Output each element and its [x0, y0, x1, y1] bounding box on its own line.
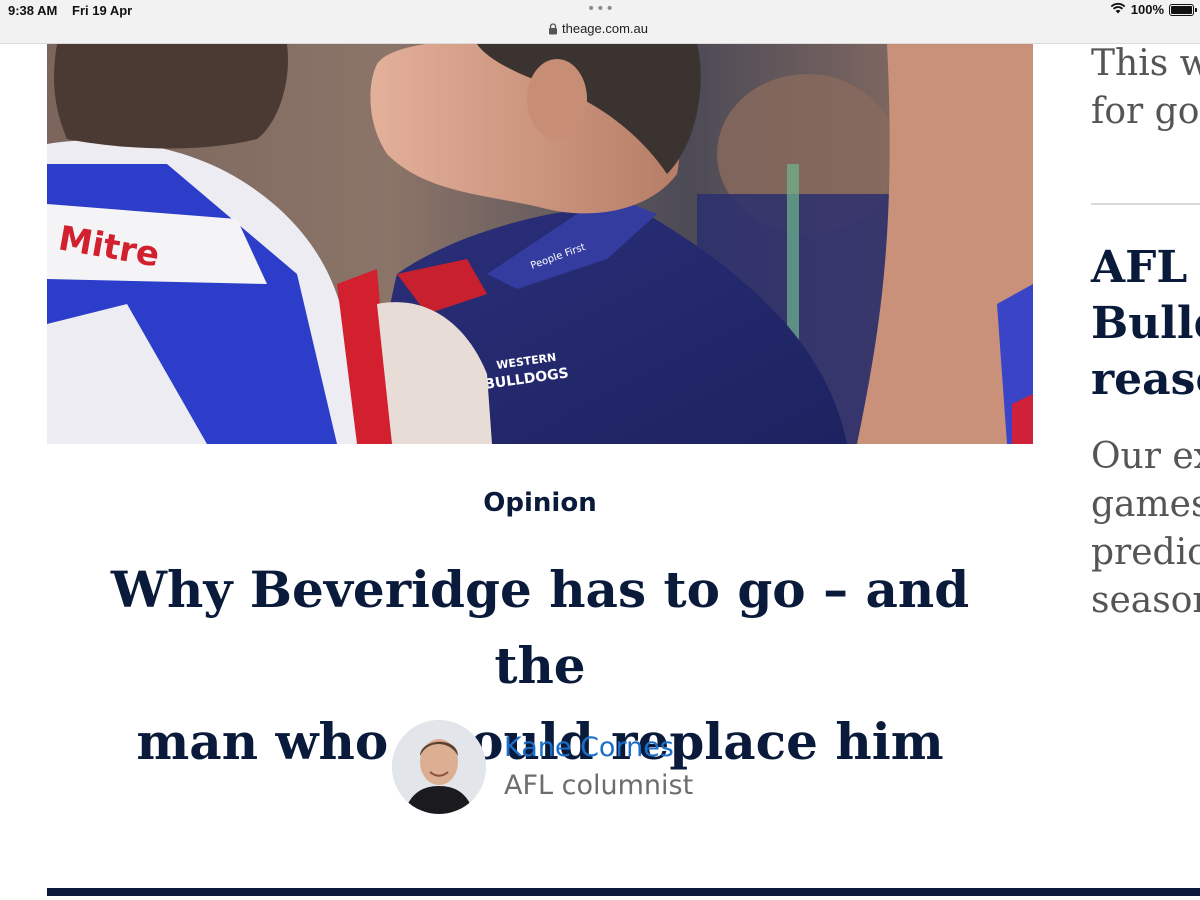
lock-icon	[548, 22, 558, 35]
status-time: 9:38 AM	[8, 3, 58, 18]
sidebar-body-line: season	[1091, 580, 1200, 621]
author-role: AFL columnist	[504, 770, 694, 801]
sidebar-body: Our ex games predict season	[1091, 433, 1200, 625]
sidebar-teaser-line: This w	[1091, 43, 1200, 84]
wifi-icon	[1110, 2, 1126, 17]
battery-percent: 100%	[1130, 2, 1164, 17]
sidebar-teaser-line: for goa	[1091, 91, 1200, 132]
sidebar-headline-line: reaso	[1091, 354, 1200, 405]
battery-icon	[1169, 3, 1197, 16]
sidebar-headline[interactable]: AFL r Bulld reaso	[1091, 240, 1200, 408]
sidebar-body-line: Our ex	[1091, 436, 1200, 477]
sidebar-divider	[1091, 203, 1200, 205]
section-divider	[47, 888, 1200, 896]
hero-image[interactable]: WESTERN BULLDOGS People First Mitre	[47, 44, 1033, 444]
section-label[interactable]: Opinion	[0, 488, 1080, 518]
status-bar: 9:38 AM Fri 19 Apr ••• theage.com.au 100…	[0, 0, 1200, 44]
sidebar-body-line: predict	[1091, 532, 1200, 573]
sidebar-body-line: games	[1091, 484, 1200, 525]
sidebar-teaser[interactable]: This w for goa	[1091, 40, 1200, 136]
hero-photo-illustration: WESTERN BULLDOGS People First Mitre	[47, 44, 1033, 444]
address-bar[interactable]: theage.com.au	[548, 21, 648, 36]
author-info: Kane Cornes AFL columnist	[504, 729, 693, 805]
author-avatar[interactable]	[392, 720, 486, 814]
url-text: theage.com.au	[562, 21, 649, 36]
author-name[interactable]: Kane Cornes	[504, 729, 693, 767]
more-dots-icon[interactable]: •••	[587, 2, 615, 16]
sidebar-headline-line: AFL r	[1091, 242, 1200, 293]
headline-line: Why Beveridge has to go – and the	[110, 560, 970, 695]
byline[interactable]: Kane Cornes AFL columnist	[392, 720, 693, 814]
sidebar-headline-line: Bulld	[1091, 298, 1200, 349]
status-right: 100%	[1110, 2, 1197, 17]
status-date: Fri 19 Apr	[72, 3, 133, 18]
